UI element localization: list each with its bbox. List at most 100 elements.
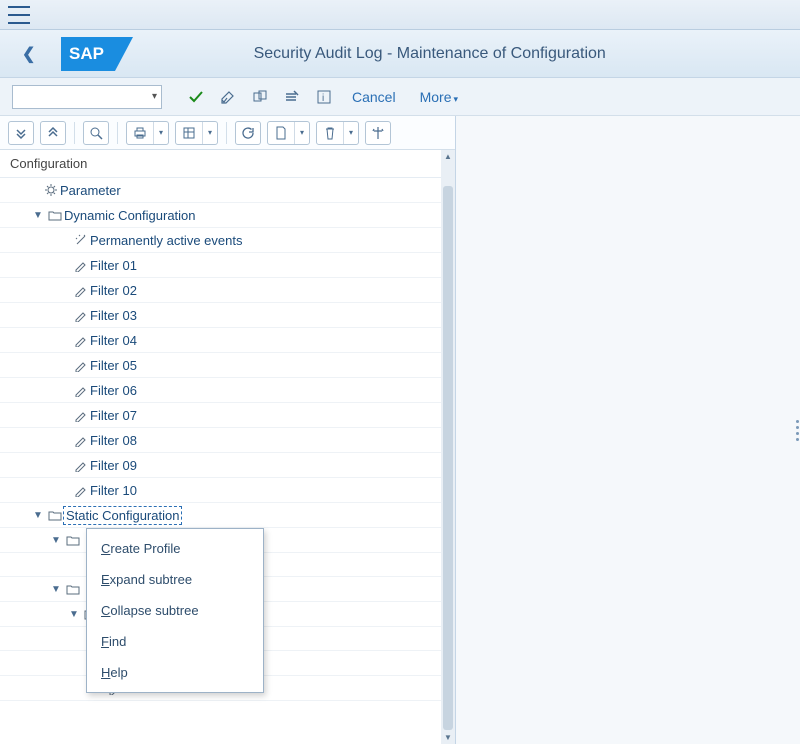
menu-bar — [0, 0, 800, 30]
compare-button[interactable] — [365, 121, 391, 145]
tree-label: Filter 02 — [90, 283, 137, 298]
pencil-icon — [72, 483, 90, 497]
folder-icon — [46, 208, 64, 222]
sap-logo: SAP — [61, 37, 133, 71]
pencil-icon — [72, 308, 90, 322]
right-panel — [456, 116, 800, 744]
scroll-down-icon[interactable]: ▼ — [444, 733, 452, 742]
refresh-button[interactable] — [235, 121, 261, 145]
command-field[interactable]: ▾ — [12, 85, 162, 109]
tree-node-filter[interactable]: Filter 06 — [0, 378, 441, 403]
vertical-scrollbar[interactable]: ▲ ▼ — [441, 150, 455, 744]
ctx-expand-subtree[interactable]: Expand subtree — [87, 564, 263, 595]
ctx-help[interactable]: Help — [87, 657, 263, 688]
ctx-mnemonic: E — [101, 572, 110, 587]
tree-header: Configuration — [0, 150, 441, 178]
tree-label: Parameter — [60, 183, 121, 198]
find-button[interactable] — [83, 121, 109, 145]
tree-node-filter[interactable]: Filter 07 — [0, 403, 441, 428]
tree-label: Filter 07 — [90, 408, 137, 423]
folder-icon — [46, 508, 64, 522]
chevron-down-icon: ▼ — [48, 535, 64, 546]
tree-label: Filter 05 — [90, 358, 137, 373]
pencil-icon — [72, 258, 90, 272]
ctx-text: elp — [110, 665, 127, 680]
collapse-all-button[interactable] — [40, 121, 66, 145]
tree-node-dynamic-config[interactable]: ▼ Dynamic Configuration — [0, 203, 441, 228]
pencil-icon — [72, 433, 90, 447]
tree-node-filter[interactable]: Filter 04 — [0, 328, 441, 353]
tree-node-parameter[interactable]: Parameter — [0, 178, 441, 203]
new-doc-button[interactable]: ▾ — [267, 121, 310, 145]
body: ▾ ▾ ▾ ▾ Configuration Parameter ▼ Dynami… — [0, 116, 800, 744]
pencil-icon — [72, 283, 90, 297]
tree-node-perm-active[interactable]: Permanently active events — [0, 228, 441, 253]
more-label: More — [420, 89, 452, 105]
cancel-button[interactable]: Cancel — [342, 85, 406, 109]
striped-pencil-icon[interactable] — [278, 85, 306, 109]
left-panel: ▾ ▾ ▾ ▾ Configuration Parameter ▼ Dynami… — [0, 116, 456, 744]
tree-node-filter[interactable]: Filter 08 — [0, 428, 441, 453]
layout-button[interactable]: ▾ — [175, 121, 218, 145]
pencil-icon — [72, 358, 90, 372]
ctx-find[interactable]: Find — [87, 626, 263, 657]
tree-node-filter[interactable]: Filter 03 — [0, 303, 441, 328]
chevron-down-icon: ▼ — [30, 510, 46, 521]
tree-label: Filter 08 — [90, 433, 137, 448]
ctx-text: ind — [109, 634, 126, 649]
scroll-up-icon[interactable]: ▲ — [444, 152, 452, 161]
tree-node-filter[interactable]: Filter 05 — [0, 353, 441, 378]
svg-text:i: i — [322, 93, 324, 104]
folder-icon — [64, 533, 82, 547]
tree-node-filter[interactable]: Filter 02 — [0, 278, 441, 303]
pencil-icon — [72, 458, 90, 472]
context-menu: Create Profile Expand subtree Collapse s… — [86, 528, 264, 693]
ctx-mnemonic: C — [101, 541, 110, 556]
ctx-mnemonic: H — [101, 665, 110, 680]
tree-label: Filter 09 — [90, 458, 137, 473]
header: ❮ SAP Security Audit Log - Maintenance o… — [0, 30, 800, 78]
tree-node-filter[interactable]: Filter 09 — [0, 453, 441, 478]
ctx-create-profile[interactable]: Create Profile — [87, 533, 263, 564]
pencil-check-icon[interactable] — [214, 85, 242, 109]
ctx-mnemonic: F — [101, 634, 109, 649]
info-button[interactable]: i — [310, 85, 338, 109]
tree-label: Filter 06 — [90, 383, 137, 398]
delete-button[interactable]: ▾ — [316, 121, 359, 145]
back-button[interactable]: ❮ — [14, 40, 43, 68]
chevron-down-icon: ▼ — [30, 210, 46, 221]
tree-toolbar: ▾ ▾ ▾ ▾ — [0, 116, 455, 150]
ctx-text: reate Profile — [110, 541, 180, 556]
tree-label: Static Configuration — [64, 507, 181, 524]
page-title: Security Audit Log - Maintenance of Conf… — [133, 45, 786, 63]
tree-node-filter[interactable]: Filter 10 — [0, 478, 441, 503]
ctx-mnemonic: C — [101, 603, 110, 618]
ctx-collapse-subtree[interactable]: Collapse subtree — [87, 595, 263, 626]
ctx-text: ollapse subtree — [110, 603, 198, 618]
more-button[interactable]: More▾ — [410, 85, 468, 109]
ctx-text: xpand subtree — [110, 572, 192, 587]
scroll-thumb[interactable] — [443, 186, 453, 730]
folder-icon — [64, 582, 82, 596]
save-button[interactable] — [182, 85, 210, 109]
tree-wrap: Configuration Parameter ▼ Dynamic Config… — [0, 150, 455, 744]
main-toolbar: ▾ i Cancel More▾ — [0, 78, 800, 116]
svg-text:SAP: SAP — [69, 44, 104, 63]
overlapping-boxes-icon[interactable] — [246, 85, 274, 109]
tree-node-filter[interactable]: Filter 01 — [0, 253, 441, 278]
tree-label: Filter 04 — [90, 333, 137, 348]
pencil-icon — [72, 383, 90, 397]
tree-label: Filter 10 — [90, 483, 137, 498]
tree-node-static-config[interactable]: ▼ Static Configuration — [0, 503, 441, 528]
chevron-down-icon: ▼ — [48, 584, 64, 595]
tree-label: Permanently active events — [90, 233, 242, 248]
expand-all-button[interactable] — [8, 121, 34, 145]
chevron-down-icon: ▼ — [66, 609, 82, 620]
hamburger-menu-button[interactable] — [8, 6, 30, 24]
tree-label: Dynamic Configuration — [64, 208, 196, 223]
tree-label: Filter 01 — [90, 258, 137, 273]
print-button[interactable]: ▾ — [126, 121, 169, 145]
splitter-handle[interactable] — [794, 413, 800, 447]
pencil-icon — [72, 408, 90, 422]
wand-icon — [72, 233, 90, 247]
